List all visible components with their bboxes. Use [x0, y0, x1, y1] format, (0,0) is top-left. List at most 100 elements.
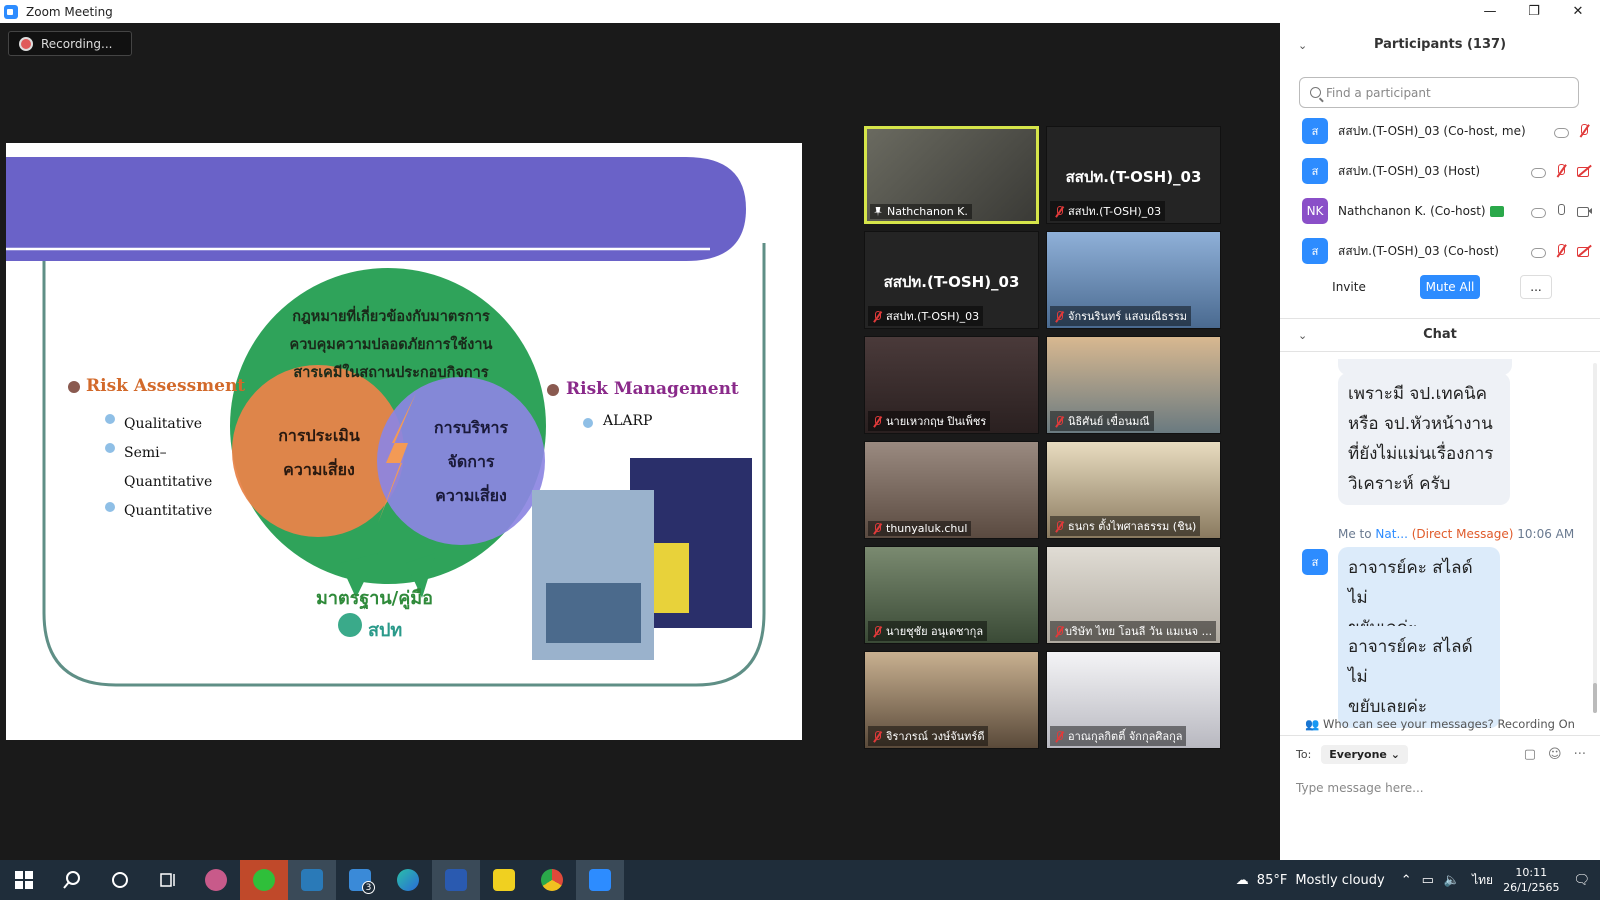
- mic-muted-icon: [1054, 205, 1064, 217]
- cortana-icon[interactable]: [96, 860, 144, 900]
- mic-muted-icon[interactable]: [1553, 164, 1569, 178]
- mic-icon[interactable]: [1553, 204, 1569, 218]
- message-line: อาจารย์คะ สไลด์ไม่: [1348, 558, 1473, 608]
- meta-recipient[interactable]: Nat...: [1375, 527, 1407, 541]
- camera-off-icon[interactable]: [1576, 244, 1592, 258]
- system-tray: ☁ 85°F Mostly cloudy ⌃ ▭ 🔈 ไทย 10:11 26/…: [1236, 860, 1600, 900]
- search-icon[interactable]: [48, 860, 96, 900]
- participant-row[interactable]: NK Nathchanon K. (Co-host): [1302, 193, 1592, 229]
- minimize-button[interactable]: —: [1468, 0, 1512, 23]
- video-tile[interactable]: จักรนรินทร์ แสงมณีธรรม: [1046, 231, 1221, 329]
- side-panel: ⌄ Participants (137) Find a participant …: [1280, 23, 1600, 860]
- visibility-notice[interactable]: 👥 Who can see your messages? Recording O…: [1280, 717, 1600, 731]
- video-tile[interactable]: สสปท.(T-OSH)_03 สสปท.(T-OSH)_03: [1046, 126, 1221, 224]
- recipient-select[interactable]: Everyone ⌄: [1321, 745, 1408, 764]
- cloud-icon: [1530, 244, 1546, 258]
- participant-search-input[interactable]: Find a participant: [1299, 77, 1579, 108]
- camera-icon[interactable]: [1576, 204, 1592, 218]
- message-line: หรือ จป.หัวหน้างาน: [1348, 414, 1493, 434]
- sticky-notes-icon[interactable]: [480, 860, 528, 900]
- mic-muted-icon: [1054, 310, 1064, 322]
- weather-temp[interactable]: 85°F: [1257, 873, 1288, 888]
- avatar: ส: [1302, 549, 1328, 575]
- chat-scrollbar-thumb[interactable]: [1593, 683, 1597, 713]
- shared-slide: Risk Assessment Qualitative Semi– Quanti…: [6, 143, 802, 740]
- mail-app-icon[interactable]: 3: [336, 860, 384, 900]
- more-button[interactable]: ...: [1520, 275, 1552, 299]
- line-app-icon[interactable]: [240, 860, 288, 900]
- recording-indicator[interactable]: Recording...: [8, 31, 132, 56]
- tile-name: สสปท.(T-OSH)_03: [1068, 205, 1162, 218]
- video-tile[interactable]: Nathchanon K.: [864, 126, 1039, 224]
- invite-button[interactable]: Invite: [1322, 275, 1376, 299]
- video-tile[interactable]: ธนกร ตั้งไพศาลธรรม (ชิน): [1046, 441, 1221, 539]
- slide-title-bar: [6, 157, 746, 261]
- tile-name: นายชุชัย อนุเดชากุล: [886, 625, 984, 638]
- weather-text[interactable]: Mostly cloudy: [1295, 873, 1384, 888]
- recording-icon: [19, 36, 33, 51]
- assessment-line: การประเมิน: [278, 426, 360, 445]
- management-line: ความเสี่ยง: [435, 486, 507, 505]
- tile-name: บริษัท ไทย โอนลี วัน แมเนจ ...: [1064, 625, 1213, 638]
- tile-name: จิราภรณ์ วงษ์จันทร์ดี: [886, 730, 985, 743]
- weather-app-icon[interactable]: [192, 860, 240, 900]
- list-item: Quantitative: [124, 474, 213, 490]
- volume-icon[interactable]: 🔈: [1444, 873, 1460, 888]
- window-controls: — ❐ ✕: [1468, 0, 1600, 23]
- message-line: เพราะมี จป.เทคนิค: [1348, 384, 1487, 404]
- video-tile[interactable]: thunyaluk.chul: [864, 441, 1039, 539]
- list-item: Semi–: [124, 445, 167, 461]
- notifications-icon[interactable]: 🗨: [1573, 873, 1590, 888]
- task-view-icon[interactable]: [144, 860, 192, 900]
- avatar: ส: [1302, 118, 1328, 144]
- chrome-browser-icon[interactable]: [528, 860, 576, 900]
- video-tile[interactable]: นายเหวกฤษ ปินเพ็ชร: [864, 336, 1039, 434]
- meta-sender: Me to: [1338, 527, 1376, 541]
- input-language[interactable]: ไทย: [1472, 871, 1493, 890]
- zoom-app-icon[interactable]: [576, 860, 624, 900]
- mic-muted-icon: [1054, 730, 1064, 742]
- chat-input[interactable]: Type message here...: [1296, 781, 1424, 795]
- recording-label: Recording...: [41, 36, 113, 51]
- video-tile[interactable]: นิธิศันย์ เขื่อนมณี: [1046, 336, 1221, 434]
- video-tile[interactable]: นายชุชัย อนุเดชากุล: [864, 546, 1039, 644]
- mic-muted-icon: [872, 523, 882, 534]
- video-tile[interactable]: สสปท.(T-OSH)_03 สสปท.(T-OSH)_03: [864, 231, 1039, 329]
- title-bar: Zoom Meeting — ❐ ✕: [0, 0, 1600, 23]
- chat-scrollbar[interactable]: [1593, 363, 1597, 713]
- clock[interactable]: 10:11 26/1/2565: [1503, 865, 1559, 895]
- close-button[interactable]: ✕: [1556, 0, 1600, 23]
- mute-all-button[interactable]: Mute All: [1420, 275, 1480, 299]
- standard-label: มาตรฐาน/คู่มือ: [316, 588, 433, 609]
- window-title: Zoom Meeting: [26, 4, 113, 19]
- camera-off-icon[interactable]: [1576, 164, 1592, 178]
- control-app-icon[interactable]: [288, 860, 336, 900]
- emoji-icon[interactable]: ☺: [1548, 747, 1562, 762]
- direct-message-tag: (Direct Message): [1411, 527, 1514, 541]
- mic-muted-icon[interactable]: [1576, 124, 1592, 138]
- edge-browser-icon[interactable]: [384, 860, 432, 900]
- video-tile[interactable]: จิราภรณ์ วงษ์จันทร์ดี: [864, 651, 1039, 749]
- video-tile[interactable]: อาณกุลกิตติ์ จักกุลศิลกุล: [1046, 651, 1221, 749]
- clock-time: 10:11: [1515, 866, 1548, 879]
- windows-start-icon[interactable]: [0, 860, 48, 900]
- weather-cloud-icon[interactable]: ☁: [1236, 873, 1249, 888]
- tile-name: ธนกร ตั้งไพศาลธรรม (ชิน): [1068, 520, 1197, 533]
- word-app-icon[interactable]: [432, 860, 480, 900]
- participant-row[interactable]: ส สสปท.(T-OSH)_03 (Co-host): [1302, 233, 1592, 269]
- avatar: NK: [1302, 198, 1328, 224]
- message-line: วิเคราะห์ ครับ: [1348, 474, 1451, 494]
- mic-muted-icon[interactable]: [1553, 244, 1569, 258]
- video-tile[interactable]: บริษัท ไทย โอนลี วัน แมเนจ ...: [1046, 546, 1221, 644]
- more-options-icon[interactable]: ···: [1574, 747, 1586, 762]
- participant-row[interactable]: ส สสปท.(T-OSH)_03 (Co-host, me): [1302, 113, 1592, 149]
- participant-row[interactable]: ส สสปท.(T-OSH)_03 (Host): [1302, 153, 1592, 189]
- file-icon[interactable]: ▢: [1524, 747, 1536, 762]
- chevron-up-icon[interactable]: ⌃: [1401, 873, 1412, 888]
- meeting-area: Recording... Risk Assessment Qualitative…: [0, 23, 1280, 860]
- restore-button[interactable]: ❐: [1512, 0, 1556, 23]
- network-icon[interactable]: ▭: [1422, 873, 1434, 888]
- management-text: การบริหาร จัดการ ความเสี่ยง: [416, 411, 526, 513]
- assessment-line: ความเสี่ยง: [283, 460, 355, 479]
- mic-muted-icon: [872, 415, 882, 427]
